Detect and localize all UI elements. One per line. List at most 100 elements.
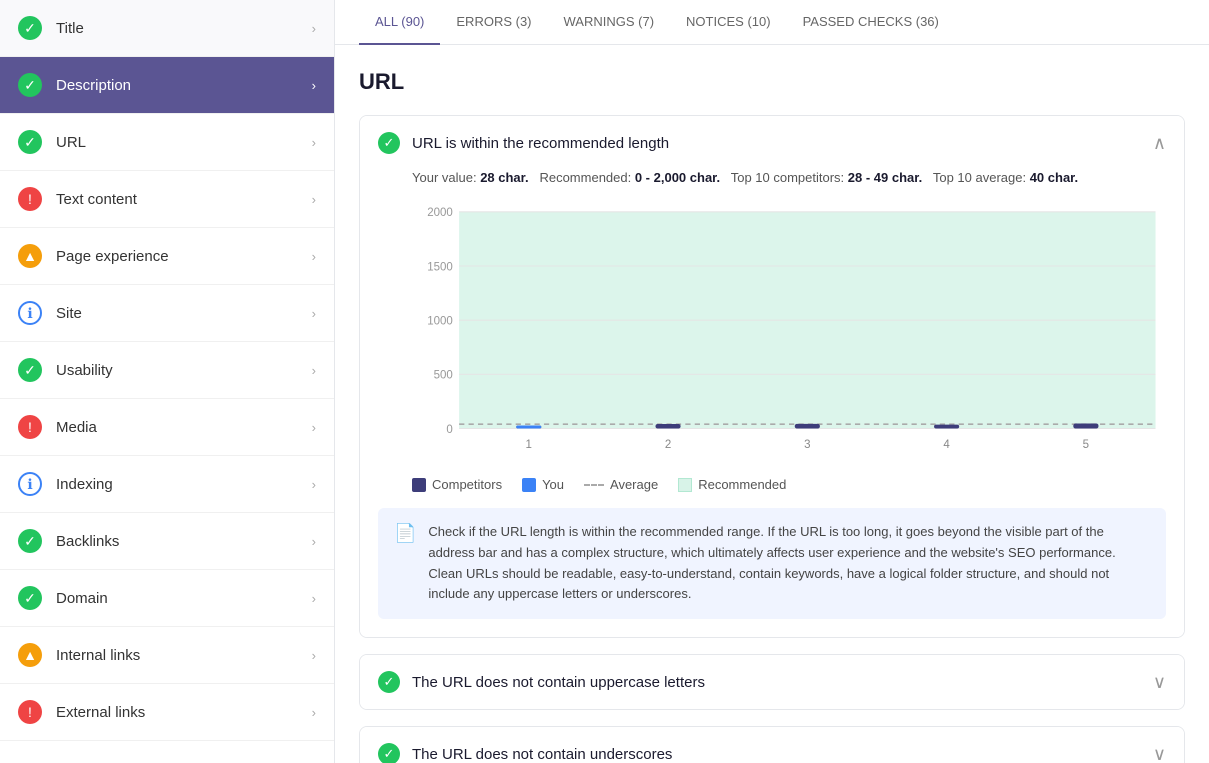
sidebar-item-site[interactable]: ℹ Site › <box>0 285 334 342</box>
sidebar-label-url: URL <box>56 134 312 151</box>
svg-text:5: 5 <box>1083 438 1090 451</box>
check-status-icon-url-length: ✓ <box>378 132 400 154</box>
svg-text:4: 4 <box>943 438 950 451</box>
sidebar-item-description[interactable]: ✓ Description › <box>0 57 334 114</box>
sidebar-chevron-indexing: › <box>312 477 316 492</box>
check-item-url-underscores: ✓ The URL does not contain underscores ∨ <box>359 726 1185 763</box>
check-header-url-length[interactable]: ✓ URL is within the recommended length ∧ <box>360 116 1184 170</box>
main-content: ALL (90)ERRORS (3)WARNINGS (7)NOTICES (1… <box>335 0 1209 763</box>
legend-recommended-area <box>678 478 692 492</box>
sidebar-item-text-content[interactable]: ! Text content › <box>0 171 334 228</box>
legend-competitors-box <box>412 478 426 492</box>
sidebar-icon-url: ✓ <box>18 130 42 154</box>
sidebar-label-text-content: Text content <box>56 191 312 208</box>
check-header-url-uppercase[interactable]: ✓ The URL does not contain uppercase let… <box>360 655 1184 709</box>
tab-errors[interactable]: ERRORS (3) <box>440 0 547 45</box>
sidebar-item-indexing[interactable]: ℹ Indexing › <box>0 456 334 513</box>
chart-legend: Competitors You Average Recommended <box>378 477 1166 492</box>
tab-passed[interactable]: PASSED CHECKS (36) <box>787 0 955 45</box>
sidebar-label-page-experience: Page experience <box>56 248 312 265</box>
sidebar-chevron-internal-links: › <box>312 648 316 663</box>
sidebar-icon-description: ✓ <box>18 73 42 97</box>
sidebar-icon-text-content: ! <box>18 187 42 211</box>
sidebar-label-usability: Usability <box>56 362 312 379</box>
check-title-url-uppercase: The URL does not contain uppercase lette… <box>412 674 1153 691</box>
legend-average-line <box>584 484 604 486</box>
page-title: URL <box>359 69 1185 95</box>
check-body-url-length: Your value: 28 char. Recommended: 0 - 2,… <box>360 170 1184 637</box>
svg-text:500: 500 <box>434 368 454 381</box>
sidebar-chevron-backlinks: › <box>312 534 316 549</box>
sidebar-label-backlinks: Backlinks <box>56 533 312 550</box>
legend-competitors-label: Competitors <box>432 477 502 492</box>
sidebar-item-media[interactable]: ! Media › <box>0 399 334 456</box>
sidebar: ✓ Title › ✓ Description › ✓ URL › ! Text… <box>0 0 335 763</box>
sidebar-item-external-links[interactable]: ! External links › <box>0 684 334 741</box>
sidebar-chevron-external-links: › <box>312 705 316 720</box>
info-box-icon: 📄 <box>394 523 416 605</box>
sidebar-label-domain: Domain <box>56 590 312 607</box>
sidebar-chevron-domain: › <box>312 591 316 606</box>
sidebar-label-external-links: External links <box>56 704 312 721</box>
legend-you-box <box>522 478 536 492</box>
tab-warnings[interactable]: WARNINGS (7) <box>548 0 671 45</box>
check-toggle-url-length[interactable]: ∧ <box>1153 133 1166 154</box>
check-title-url-length: URL is within the recommended length <box>412 135 1153 152</box>
svg-text:1000: 1000 <box>427 314 453 327</box>
sidebar-chevron-text-content: › <box>312 192 316 207</box>
svg-text:1500: 1500 <box>427 260 453 273</box>
sidebar-icon-external-links: ! <box>18 700 42 724</box>
info-box-text: Check if the URL length is within the re… <box>428 522 1150 605</box>
sidebar-label-indexing: Indexing <box>56 476 312 493</box>
sidebar-icon-domain: ✓ <box>18 586 42 610</box>
page-content: URL ✓ URL is within the recommended leng… <box>335 45 1209 763</box>
legend-average: Average <box>584 477 658 492</box>
legend-recommended: Recommended <box>678 477 786 492</box>
sidebar-chevron-description: › <box>312 78 316 93</box>
check-toggle-url-underscores[interactable]: ∨ <box>1153 744 1166 763</box>
bar-chart: 200015001000500028281422433364465 <box>412 201 1166 461</box>
sidebar-chevron-site: › <box>312 306 316 321</box>
tab-all[interactable]: ALL (90) <box>359 0 440 45</box>
sidebar-icon-indexing: ℹ <box>18 472 42 496</box>
info-box-url-length: 📄 Check if the URL length is within the … <box>378 508 1166 619</box>
sidebar-icon-usability: ✓ <box>18 358 42 382</box>
sidebar-label-description: Description <box>56 77 312 94</box>
sidebar-icon-media: ! <box>18 415 42 439</box>
sidebar-chevron-page-experience: › <box>312 249 316 264</box>
check-status-icon-url-underscores: ✓ <box>378 743 400 763</box>
sidebar-item-page-experience[interactable]: ▲ Page experience › <box>0 228 334 285</box>
sidebar-icon-site: ℹ <box>18 301 42 325</box>
svg-text:2: 2 <box>665 438 671 451</box>
sidebar-label-site: Site <box>56 305 312 322</box>
check-meta-url-length: Your value: 28 char. Recommended: 0 - 2,… <box>378 170 1166 185</box>
legend-recommended-label: Recommended <box>698 477 786 492</box>
sidebar-label-media: Media <box>56 419 312 436</box>
svg-text:3: 3 <box>804 438 810 451</box>
sidebar-icon-internal-links: ▲ <box>18 643 42 667</box>
sidebar-item-url[interactable]: ✓ URL › <box>0 114 334 171</box>
check-toggle-url-uppercase[interactable]: ∨ <box>1153 672 1166 693</box>
sidebar-chevron-usability: › <box>312 363 316 378</box>
sidebar-icon-page-experience: ▲ <box>18 244 42 268</box>
svg-text:0: 0 <box>446 423 453 436</box>
sidebar-item-domain[interactable]: ✓ Domain › <box>0 570 334 627</box>
check-item-url-uppercase: ✓ The URL does not contain uppercase let… <box>359 654 1185 710</box>
legend-average-label: Average <box>610 477 658 492</box>
check-header-url-underscores[interactable]: ✓ The URL does not contain underscores ∨ <box>360 727 1184 763</box>
svg-text:1: 1 <box>526 438 532 451</box>
sidebar-item-backlinks[interactable]: ✓ Backlinks › <box>0 513 334 570</box>
sidebar-item-usability[interactable]: ✓ Usability › <box>0 342 334 399</box>
sidebar-chevron-url: › <box>312 135 316 150</box>
check-status-icon-url-uppercase: ✓ <box>378 671 400 693</box>
tab-notices[interactable]: NOTICES (10) <box>670 0 787 45</box>
legend-you: You <box>522 477 564 492</box>
legend-competitors: Competitors <box>412 477 502 492</box>
sidebar-item-internal-links[interactable]: ▲ Internal links › <box>0 627 334 684</box>
check-title-url-underscores: The URL does not contain underscores <box>412 746 1153 763</box>
svg-text:2000: 2000 <box>427 206 453 219</box>
sidebar-chevron-title: › <box>312 21 316 36</box>
sidebar-icon-backlinks: ✓ <box>18 529 42 553</box>
sidebar-item-title[interactable]: ✓ Title › <box>0 0 334 57</box>
sidebar-chevron-media: › <box>312 420 316 435</box>
